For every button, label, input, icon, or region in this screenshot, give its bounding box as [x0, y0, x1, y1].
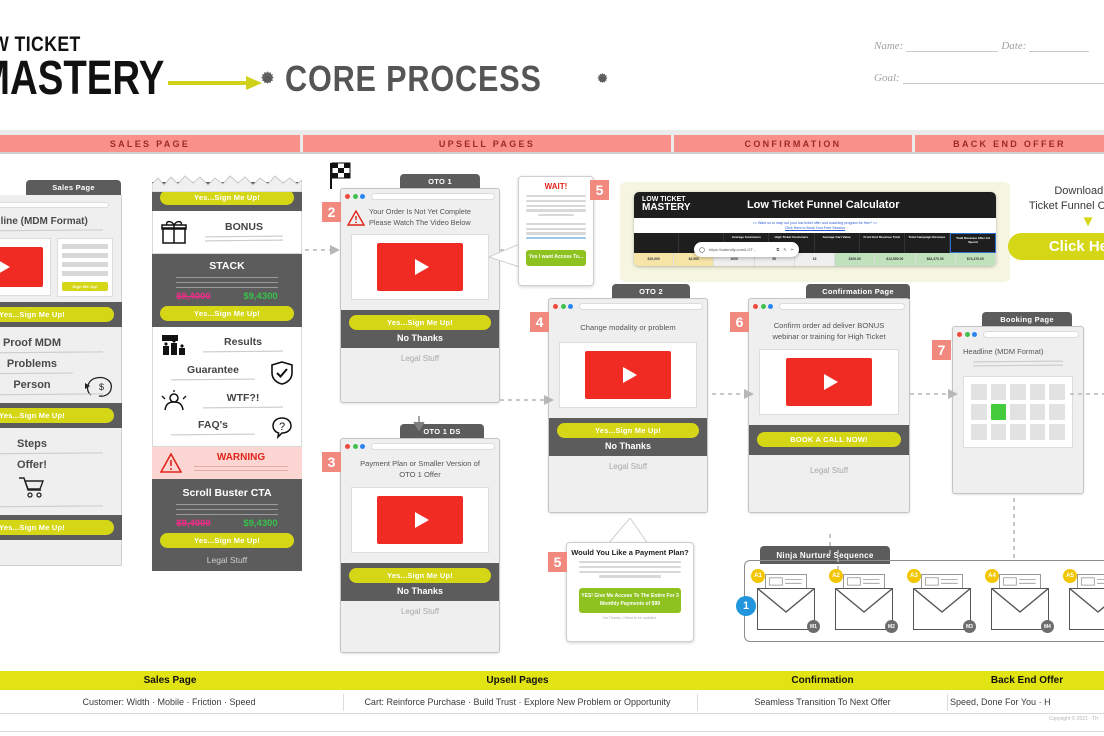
step-badge-5-payment: 5	[548, 552, 567, 572]
gear-icon	[597, 72, 608, 83]
step-badge-3: 3	[322, 452, 341, 472]
checkered-flag-icon	[330, 162, 351, 189]
copyright-text: Copyright © 2021 · Th	[1048, 716, 1098, 722]
footer-text-upsell: Cart: Reinforce Purchase · Build Trust ·…	[364, 697, 671, 707]
step-badge-2: 2	[322, 202, 341, 222]
date-label: Date:	[1001, 40, 1027, 52]
audience-badge: A1	[751, 569, 765, 583]
audience-badge: A4	[985, 569, 999, 583]
message-badge: M3	[963, 620, 976, 633]
footer-text-backend: Speed, Done For You · H	[950, 697, 1051, 707]
name-date-row: Name: Date:	[874, 40, 1104, 52]
audience-badge: A2	[829, 569, 843, 583]
audience-badge: A3	[907, 569, 921, 583]
page-footer: Sales Page Upsell Pages Confirmation Bac…	[0, 665, 1104, 736]
message-badge: M2	[885, 620, 898, 633]
section-sales-page: SALES PAGE	[0, 135, 300, 152]
footer-text-confirmation: Seamless Transition To Next Offer	[754, 697, 891, 707]
section-back-end-offer: BACK END OFFER	[915, 135, 1104, 152]
step-badge-6: 6	[730, 312, 749, 332]
wait-callout-title: WAIT!	[544, 182, 568, 191]
wait-callout: WAIT! Yes I want Access To...	[518, 176, 594, 286]
name-field[interactable]	[906, 41, 999, 52]
brand-line-2: MASTERY	[0, 52, 165, 105]
payment-callout-title: Would You Like a Payment Plan?	[571, 548, 689, 557]
goal-label: Goal:	[874, 72, 900, 84]
footer-text-sales: Customer: Width · Mobile · Friction · Sp…	[82, 697, 256, 707]
goal-row: Goal:	[874, 72, 1104, 84]
section-bar: SALES PAGE UPSELL PAGES CONFIRMATION BAC…	[0, 130, 1104, 154]
step-badge-1: 1	[736, 596, 756, 616]
step-badge-7: 7	[932, 340, 951, 360]
brand-logo: OW TICKET MASTERY	[0, 34, 211, 104]
right-arrow-icon	[168, 76, 266, 90]
step-badge-4: 4	[530, 312, 549, 332]
section-confirmation: CONFIRMATION	[674, 135, 912, 152]
goal-field[interactable]	[902, 73, 1104, 84]
step-badge-5-wait: 5	[590, 180, 609, 200]
footer-divider-2	[0, 731, 1104, 732]
page-title-text: CORE PROCESS	[285, 58, 542, 99]
payment-callout-button-line2[interactable]: Monthly Payments of $99	[581, 601, 679, 609]
footer-heading-confirmation: Confirmation	[791, 675, 854, 686]
audience-badge: A5	[1063, 569, 1077, 583]
gear-icon	[261, 70, 274, 84]
wait-callout-button[interactable]: Yes I want Access To...	[526, 250, 586, 266]
page-title: CORE PROCESS	[258, 58, 610, 100]
footer-divider-1	[0, 713, 1104, 714]
funnel-canvas: Sales Page Headline (MDM Format) Sign Me…	[0, 154, 1104, 665]
payment-plan-callout: Would You Like a Payment Plan? YES! Give…	[566, 542, 694, 642]
date-field[interactable]	[1029, 41, 1090, 52]
message-badge: M4	[1041, 620, 1054, 633]
footer-heading-upsell: Upsell Pages	[486, 675, 549, 686]
footer-heading-backend: Back End Offer	[990, 675, 1064, 686]
section-upsell-pages: UPSELL PAGES	[303, 135, 671, 152]
footer-heading-sales: Sales Page	[143, 675, 197, 686]
payment-callout-footer[interactable]: No Thanks, I Want to be updated.	[567, 616, 693, 624]
page-header: OW TICKET MASTERY CORE PROCESS Name: Dat…	[0, 0, 1104, 130]
payment-callout-button-line1[interactable]: YES! Give Me Access To The Entire For 3	[581, 593, 679, 601]
worksheet-fields: Name: Date: Goal:	[874, 40, 1104, 104]
name-label: Name:	[874, 40, 904, 52]
message-badge: M1	[807, 620, 820, 633]
